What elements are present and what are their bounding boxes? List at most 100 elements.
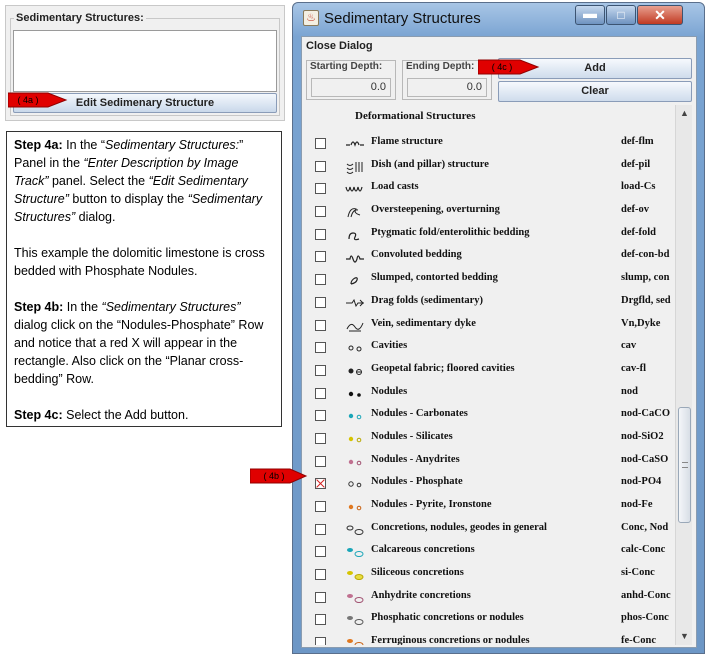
scroll-up-arrow-icon[interactable]: ▲ (676, 105, 692, 122)
structure-checkbox[interactable] (315, 183, 326, 195)
structure-checkbox[interactable] (315, 228, 326, 240)
structure-row[interactable]: Flame structure def-flm (305, 133, 673, 156)
structure-label: Nodules - Silicates (371, 430, 453, 442)
cavities-icon (345, 341, 365, 355)
structure-checkbox[interactable] (315, 387, 326, 399)
structure-code: Conc, Nod (621, 521, 669, 533)
structure-row[interactable]: Nodules - Pyrite, Ironstone nod-Fe (305, 496, 673, 519)
structure-code: fe-Conc (621, 635, 656, 645)
structure-checkbox[interactable] (315, 342, 326, 354)
structure-checkbox[interactable] (315, 569, 326, 581)
sedimentary-structures-textarea[interactable] (13, 30, 277, 92)
structure-checkbox[interactable] (315, 432, 326, 444)
list-section-header: Deformational Structures (355, 110, 476, 122)
nodules-pyrite-icon (345, 500, 365, 514)
dish-pillar-icon (345, 160, 365, 174)
structure-row[interactable]: Load casts load-Cs (305, 178, 673, 201)
structure-checkbox[interactable] (315, 410, 326, 422)
structure-row[interactable]: Nodules - Anydrites nod-CaSO (305, 451, 673, 474)
structure-code: si-Conc (621, 567, 655, 579)
structure-checkbox[interactable] (315, 614, 326, 626)
structure-checkbox[interactable] (315, 274, 326, 286)
starting-depth-field[interactable]: 0.0 (311, 78, 391, 97)
structure-code: nod-PO4 (621, 476, 662, 488)
structure-checkbox[interactable] (315, 206, 326, 218)
structure-code: nod-CaSO (621, 453, 669, 465)
ending-depth-field[interactable]: 0.0 (407, 78, 487, 97)
structure-code: nod-Fe (621, 499, 653, 510)
structure-checkbox[interactable] (315, 319, 326, 331)
structure-row[interactable]: Geopetal fabric; floored cavities cav-fl (305, 360, 673, 383)
structure-label: Oversteepening, overturning (371, 204, 500, 216)
structure-row[interactable]: Siliceous concretions si-Conc (305, 564, 673, 587)
callout-4c-label: ( 4c ) (491, 62, 513, 72)
structure-row[interactable]: Vein, sedimentary dyke Vn,Dyke (305, 315, 673, 338)
structures-list: Deformational Structures Flame structure… (305, 105, 692, 645)
structure-checkbox[interactable] (315, 251, 326, 263)
maximize-button[interactable]: □ (606, 5, 636, 25)
callout-4a-label: ( 4a ) (17, 95, 39, 105)
structure-row[interactable]: Phosphatic concretions or nodules phos-Co… (305, 609, 673, 632)
structure-label: Ptygmatic fold/enterolithic bedding (371, 226, 530, 238)
nodules-icon (345, 387, 365, 401)
callout-4b-label: ( 4b ) (263, 471, 285, 481)
structure-row[interactable]: Ptygmatic fold/enterolithic bedding def-f… (305, 224, 673, 247)
panel-legend: Sedimentary Structures: (14, 12, 146, 24)
structure-label: Load casts (371, 181, 419, 193)
structure-label: Flame structure (371, 136, 443, 147)
structure-checkbox[interactable] (315, 501, 326, 512)
structure-code: Drgfld, sed (621, 294, 671, 306)
structure-label: Dish (and pillar) structure (371, 158, 489, 170)
example-text: This example the dolomitic limestone is … (14, 246, 265, 278)
structure-row[interactable]: Nodules - Silicates nod-SiO2 (305, 428, 673, 451)
structure-row[interactable]: Oversteepening, overturning def-ov (305, 201, 673, 224)
vertical-scrollbar[interactable]: ▲ ▼ (675, 105, 692, 645)
structure-row[interactable]: Nodules - Phosphate nod-PO4 (305, 473, 673, 496)
nodules-anhydrites-icon (345, 455, 365, 469)
minimize-button[interactable]: ▬ (575, 5, 605, 25)
structure-code: def-fold (621, 226, 656, 238)
close-dialog-menu[interactable]: Close Dialog (306, 40, 373, 52)
structure-code: cav (621, 340, 637, 352)
ptygmatic-fold-icon (345, 228, 365, 242)
structure-row[interactable]: Anhydrite concretions anhd-Conc (305, 587, 673, 610)
sedimentary-structures-dialog: ♨ Sedimentary Structures ▬ □ ✕ Close Dia… (292, 2, 705, 654)
structure-code: nod-CaCO (621, 408, 671, 420)
structure-checkbox[interactable] (315, 546, 326, 558)
structure-row[interactable]: Dish (and pillar) structure def-pil (305, 156, 673, 179)
structure-checkbox[interactable] (315, 591, 326, 603)
structure-checkbox-checked[interactable] (315, 478, 326, 490)
ending-depth-label: Ending Depth: (406, 61, 475, 72)
flame-icon (345, 137, 365, 151)
structure-label: Nodules - Pyrite, Ironstone (371, 499, 492, 510)
structure-checkbox[interactable] (315, 455, 326, 467)
scroll-down-arrow-icon[interactable]: ▼ (676, 628, 692, 645)
scrollbar-thumb[interactable] (678, 407, 691, 523)
structure-row[interactable]: Nodules nod (305, 383, 673, 406)
structure-row[interactable]: Concretions, nodules, geodes in general C… (305, 519, 673, 542)
starting-depth-group: Starting Depth: 0.0 (306, 60, 396, 100)
title-bar[interactable]: ♨ Sedimentary Structures ▬ □ ✕ (293, 3, 704, 35)
structure-row[interactable]: Cavities cav (305, 337, 673, 360)
structure-row[interactable]: Calcareous concretions calc-Conc (305, 541, 673, 564)
structure-checkbox[interactable] (315, 364, 326, 376)
structure-code: def-pil (621, 158, 651, 170)
ferruginous-concretions-icon (345, 636, 365, 645)
close-window-button[interactable]: ✕ (637, 5, 683, 25)
structure-checkbox[interactable] (315, 637, 326, 645)
structure-label: Drag folds (sedimentary) (371, 294, 483, 306)
anhydrite-concretions-icon (345, 591, 365, 605)
structure-code: nod-SiO2 (621, 430, 664, 442)
structure-row[interactable]: Slumped, contorted bedding slump, con (305, 269, 673, 292)
structure-checkbox[interactable] (315, 138, 326, 149)
step-4c-label: Step 4c: (14, 408, 63, 422)
structure-row[interactable]: Drag folds (sedimentary) Drgfld, sed (305, 292, 673, 315)
structure-row[interactable]: Convoluted bedding def-con-bd (305, 246, 673, 269)
structure-checkbox[interactable] (315, 296, 326, 308)
structure-checkbox[interactable] (315, 160, 326, 172)
calcareous-concretions-icon (345, 545, 365, 559)
clear-button[interactable]: Clear (498, 81, 692, 102)
structure-checkbox[interactable] (315, 523, 326, 535)
structure-row[interactable]: Nodules - Carbonates nod-CaCO (305, 405, 673, 428)
structure-row[interactable]: Ferruginous concretions or nodules fe-Con… (305, 632, 673, 645)
